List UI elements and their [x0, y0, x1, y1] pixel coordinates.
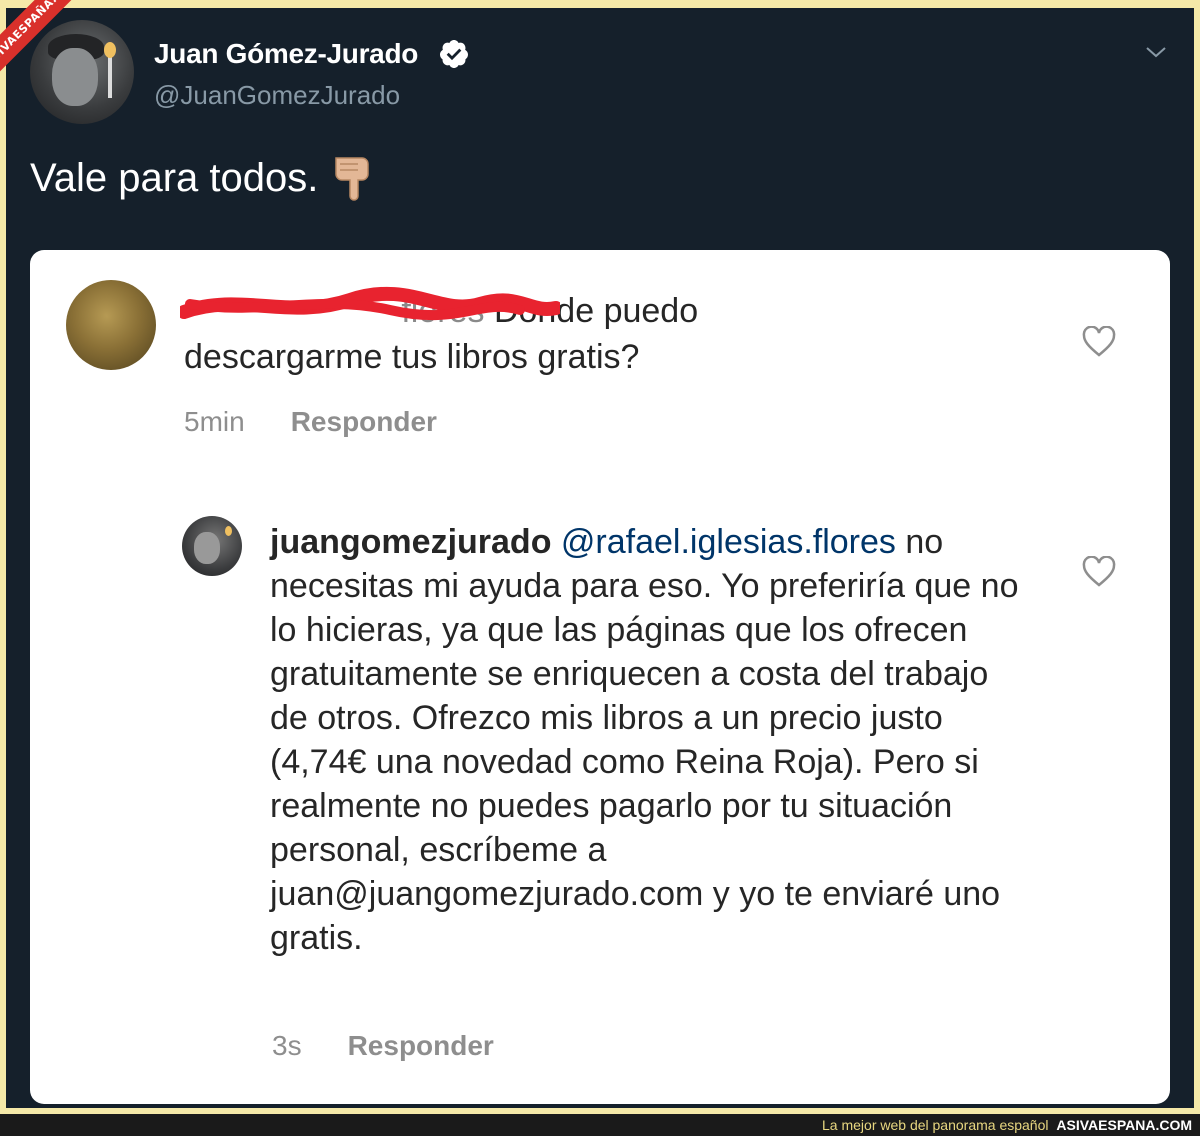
reply-time: 3s — [272, 1030, 302, 1061]
reply-author-avatar[interactable] — [182, 516, 242, 576]
verified-badge-icon — [439, 40, 468, 68]
author-avatar[interactable] — [30, 20, 134, 124]
author-name[interactable]: Juan Gómez-Jurado — [154, 38, 418, 70]
reply-body: no necesitas mi ayuda para eso. Yo prefe… — [270, 523, 1019, 957]
pointing-down-hand-icon — [335, 157, 370, 201]
reply-mention[interactable]: @rafael.iglesias.flores — [561, 523, 896, 561]
reply-text: juangomezjurado @rafael.iglesias.flores … — [270, 520, 1030, 960]
commenter-avatar[interactable] — [66, 280, 156, 370]
watermark-footer: La mejor web del panorama español ASIVAE… — [0, 1114, 1200, 1136]
footer-site-link[interactable]: ASIVAESPANA.COM — [1056, 1117, 1192, 1133]
username-redaction-scribble — [180, 286, 560, 321]
reply-meta: 3s Responder — [272, 1030, 494, 1062]
tweet-text-content: Vale para todos. — [30, 155, 319, 200]
comment-reply-button[interactable]: Responder — [291, 406, 437, 438]
reply-reply-button[interactable]: Responder — [348, 1030, 494, 1062]
comment-like-heart-icon[interactable] — [1082, 326, 1116, 358]
comment-meta: 5min Responder — [184, 406, 437, 438]
reply-like-heart-icon[interactable] — [1082, 556, 1116, 588]
tweet-text: Vale para todos. — [30, 154, 374, 202]
comment-time: 5min — [184, 406, 245, 437]
reply-username[interactable]: juangomezjurado — [270, 523, 551, 561]
author-handle[interactable]: @JuanGomezJurado — [154, 80, 400, 111]
footer-tagline: La mejor web del panorama español — [822, 1117, 1049, 1133]
tweet-frame: Juan Gómez-Jurado @JuanGomezJurado Vale … — [6, 8, 1194, 1108]
chevron-down-icon[interactable] — [1144, 40, 1168, 64]
instagram-screenshot-card: rafael.iglesias.flores Donde puedo desca… — [30, 250, 1170, 1104]
